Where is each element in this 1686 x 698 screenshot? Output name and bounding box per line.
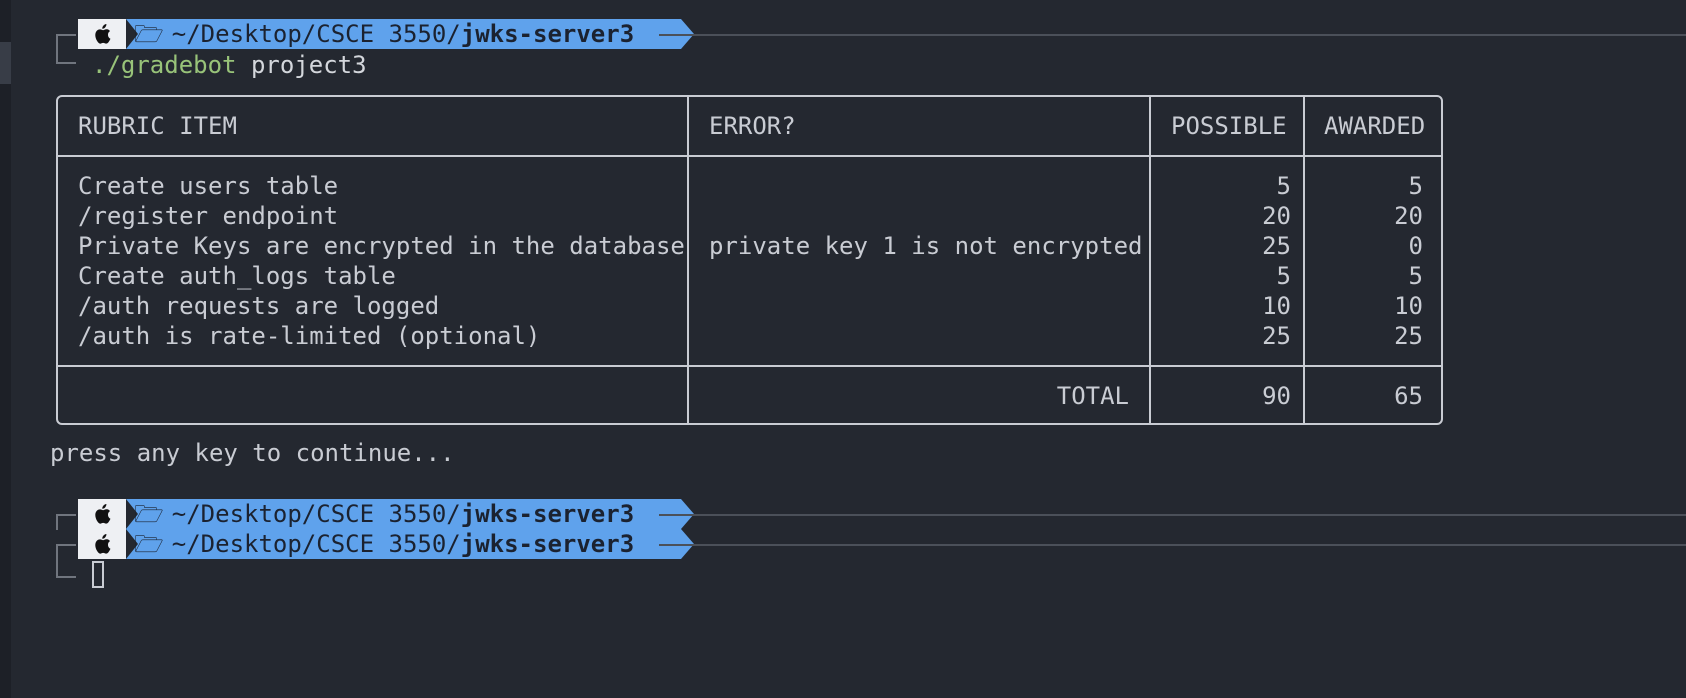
- rubric-item: /auth requests are logged: [78, 292, 440, 320]
- error-text: private key 1 is not encrypted: [709, 232, 1143, 260]
- header-awarded: AWARDED: [1324, 112, 1426, 140]
- header-divider: [58, 155, 1441, 157]
- apple-icon: [95, 534, 111, 554]
- header-possible: POSSIBLE: [1171, 112, 1287, 140]
- gutter-marker: [0, 42, 11, 84]
- command-line: ./gradebot project3: [92, 50, 367, 80]
- path-text: 🗁 ~/Desktop/CSCE 3550/jwks-server3: [134, 501, 634, 527]
- apple-icon: [95, 504, 111, 524]
- path-prefix: ~/Desktop/CSCE 3550/: [171, 530, 461, 558]
- path-text: 🗁 ~/Desktop/CSCE 3550/jwks-server3: [134, 21, 634, 47]
- footer-divider: [58, 365, 1441, 367]
- prompt-bracket-bottom: [56, 558, 76, 578]
- terminal-cursor[interactable]: [92, 561, 104, 588]
- possible-value: 5: [1276, 262, 1291, 290]
- awarded-value: 20: [1394, 202, 1423, 230]
- path-prefix: ~/Desktop/CSCE 3550/: [171, 20, 461, 48]
- possible-value: 25: [1262, 232, 1291, 260]
- path-text: 🗁 ~/Desktop/CSCE 3550/jwks-server3: [134, 531, 634, 557]
- prompt-bracket-top: [56, 514, 76, 530]
- folder-icon: 🗁: [134, 500, 164, 528]
- rubric-item: Create auth_logs table: [78, 262, 396, 290]
- awarded-value: 25: [1394, 322, 1423, 350]
- awarded-value: 0: [1408, 232, 1423, 260]
- apple-segment: [78, 19, 126, 49]
- total-awarded: 65: [1394, 382, 1423, 410]
- possible-value: 10: [1262, 292, 1291, 320]
- possible-value: 25: [1262, 322, 1291, 350]
- awarded-value: 5: [1408, 262, 1423, 290]
- column-divider: [687, 97, 689, 423]
- prompt-line-2: 🗁 ~/Desktop/CSCE 3550/jwks-server3: [56, 499, 1686, 530]
- total-possible: 90: [1262, 382, 1291, 410]
- possible-value: 5: [1276, 172, 1291, 200]
- folder-icon: 🗁: [134, 20, 164, 48]
- prompt-line-3: 🗁 ~/Desktop/CSCE 3550/jwks-server3: [56, 529, 1686, 560]
- grade-table: RUBRIC ITEM ERROR? POSSIBLE AWARDED Crea…: [56, 95, 1443, 425]
- prompt-rule: [659, 514, 1686, 516]
- total-label: TOTAL: [1056, 382, 1129, 410]
- rubric-item: /auth is rate-limited (optional): [78, 322, 541, 350]
- awarded-value: 10: [1394, 292, 1423, 320]
- command-executable: ./gradebot: [92, 51, 237, 79]
- prompt-line-1: 🗁 ~/Desktop/CSCE 3550/jwks-server3: [56, 19, 1686, 50]
- apple-icon: [95, 24, 111, 44]
- folder-icon: 🗁: [134, 530, 164, 558]
- rubric-item: /register endpoint: [78, 202, 339, 230]
- path-bold: jwks-server3: [460, 20, 635, 48]
- rubric-item: Private Keys are encrypted in the databa…: [78, 232, 685, 260]
- prompt-rule: [659, 544, 1686, 546]
- prompt-rule: [659, 34, 1686, 36]
- possible-value: 20: [1262, 202, 1291, 230]
- header-error: ERROR?: [709, 112, 796, 140]
- path-bold: jwks-server3: [460, 530, 635, 558]
- rubric-item: Create users table: [78, 172, 339, 200]
- awarded-value: 5: [1408, 172, 1423, 200]
- apple-segment: [78, 499, 126, 529]
- press-any-key-message: press any key to continue...: [50, 439, 455, 467]
- apple-segment: [78, 529, 126, 559]
- prompt-bracket-bottom: [56, 48, 76, 64]
- path-bold: jwks-server3: [460, 500, 635, 528]
- header-rubric-item: RUBRIC ITEM: [78, 112, 237, 140]
- editor-gutter: [0, 0, 11, 698]
- command-argument: project3: [250, 51, 367, 79]
- path-prefix: ~/Desktop/CSCE 3550/: [171, 500, 461, 528]
